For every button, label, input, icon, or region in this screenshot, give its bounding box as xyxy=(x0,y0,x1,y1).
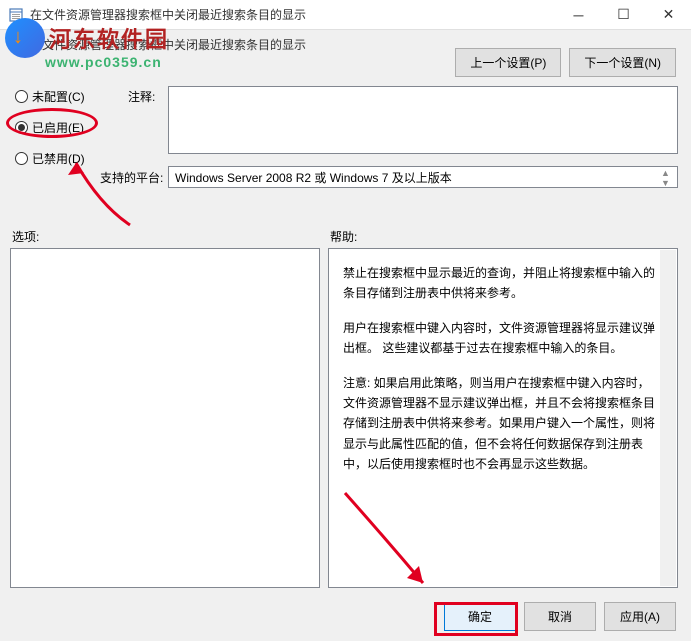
platforms-label: 支持的平台: xyxy=(100,169,163,186)
help-panel: 禁止在搜索框中显示最近的查询，并阻止将搜索框中输入的条目存储到注册表中供将来参考… xyxy=(328,248,678,588)
comment-textarea[interactable] xyxy=(168,86,678,154)
help-scrollbar[interactable] xyxy=(660,250,676,586)
maximize-button[interactable]: ☐ xyxy=(601,0,646,29)
prev-setting-button[interactable]: 上一个设置(P) xyxy=(455,48,561,77)
comment-label: 注释: xyxy=(128,88,155,105)
close-button[interactable]: ✕ xyxy=(646,0,691,29)
help-label: 帮助: xyxy=(330,228,357,245)
window-controls: ─ ☐ ✕ xyxy=(556,0,691,29)
radio-label: 未配置(C) xyxy=(32,88,85,105)
window-title: 在文件资源管理器搜索框中关闭最近搜索条目的显示 xyxy=(30,6,556,23)
apply-button[interactable]: 应用(A) xyxy=(604,602,676,631)
titlebar: 在文件资源管理器搜索框中关闭最近搜索条目的显示 ─ ☐ ✕ xyxy=(0,0,691,30)
help-paragraph-3: 注意: 如果启用此策略，则当用户在搜索框中键入内容时，文件资源管理器不显示建议弹… xyxy=(343,373,659,475)
radio-label: 已启用(E) xyxy=(32,119,84,136)
radio-unconfigured[interactable]: 未配置(C) xyxy=(15,88,85,105)
window-icon xyxy=(8,7,24,23)
radio-label: 已禁用(D) xyxy=(32,150,85,167)
help-paragraph-2: 用户在搜索框中键入内容时，文件资源管理器将显示建议弹出框。 这些建议都基于过去在… xyxy=(343,318,659,359)
next-setting-button[interactable]: 下一个设置(N) xyxy=(569,48,676,77)
watermark-url: www.pc0359.cn xyxy=(45,54,169,70)
platforms-field: Windows Server 2008 R2 或 Windows 7 及以上版本… xyxy=(168,166,678,188)
cancel-button[interactable]: 取消 xyxy=(524,602,596,631)
nav-buttons: 上一个设置(P) 下一个设置(N) xyxy=(455,48,676,77)
dialog-buttons: 确定 取消 应用(A) xyxy=(444,602,676,631)
options-label: 选项: xyxy=(12,228,39,245)
radio-group: 未配置(C) 已启用(E) 已禁用(D) xyxy=(15,88,85,167)
ok-button[interactable]: 确定 xyxy=(444,602,516,631)
minimize-button[interactable]: ─ xyxy=(556,0,601,29)
platforms-scrollbar[interactable]: ▲▼ xyxy=(661,168,675,186)
platforms-text: Windows Server 2008 R2 或 Windows 7 及以上版本 xyxy=(175,169,452,186)
help-paragraph-1: 禁止在搜索框中显示最近的查询，并阻止将搜索框中输入的条目存储到注册表中供将来参考… xyxy=(343,263,659,304)
radio-disabled[interactable]: 已禁用(D) xyxy=(15,150,85,167)
radio-icon xyxy=(15,152,28,165)
radio-icon xyxy=(15,90,28,103)
annotation-arrow-1 xyxy=(60,155,160,235)
radio-icon xyxy=(15,121,28,134)
radio-enabled[interactable]: 已启用(E) xyxy=(15,119,85,136)
options-panel xyxy=(10,248,320,588)
